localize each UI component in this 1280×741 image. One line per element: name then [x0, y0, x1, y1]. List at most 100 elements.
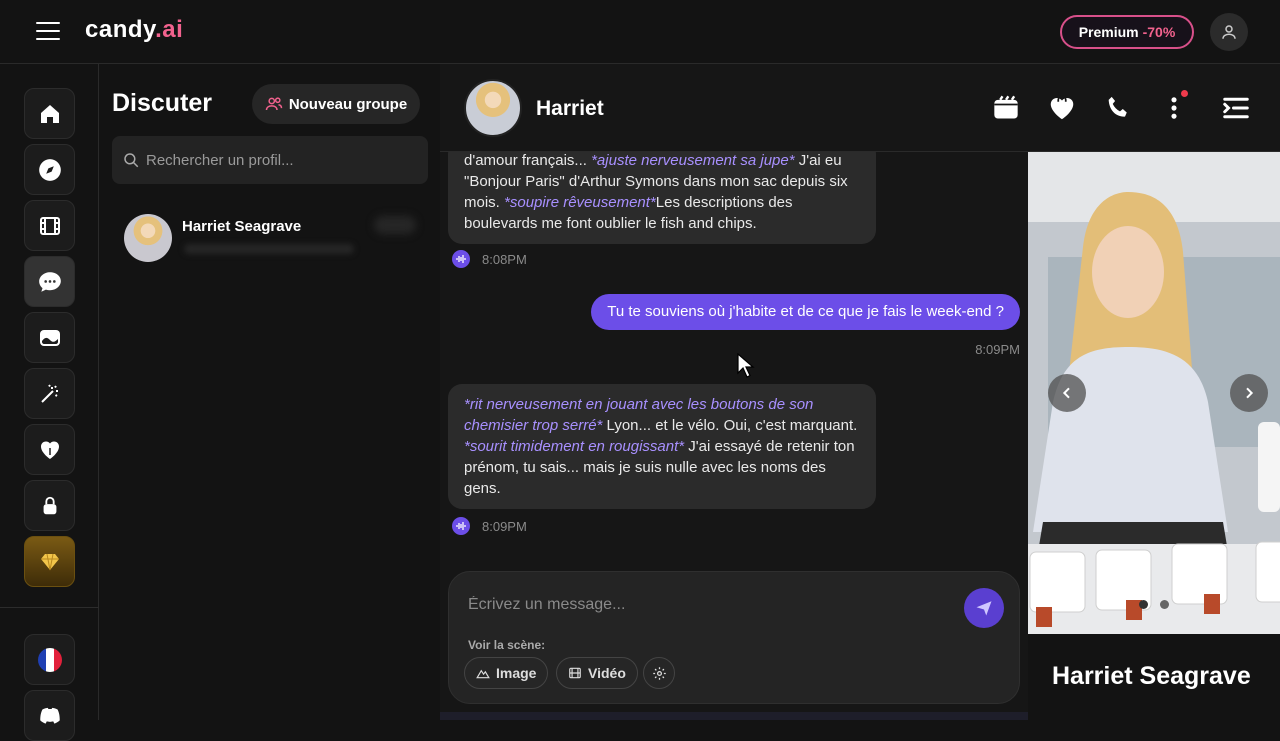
discord-icon — [39, 707, 60, 724]
my-ai-button[interactable] — [24, 424, 75, 475]
panel-title: Discuter — [112, 89, 213, 117]
toggle-profile-button[interactable] — [1220, 92, 1252, 124]
mountain-icon — [476, 669, 490, 679]
profile-name: Harriet Seagrave — [1052, 662, 1251, 690]
contact-item[interactable]: Harriet Seagrave — [112, 210, 428, 266]
premium-rail-button[interactable] — [24, 536, 75, 587]
call-button[interactable] — [1102, 92, 1134, 124]
mouse-cursor-icon — [737, 353, 755, 378]
carousel-dot[interactable] — [1160, 600, 1169, 609]
user-icon — [1222, 25, 1236, 39]
scene-label: Voir la scène: — [468, 638, 546, 652]
chat-title: Harriet — [536, 97, 604, 120]
film-icon — [39, 216, 60, 235]
voice-play-button[interactable] — [452, 250, 470, 268]
explore-button[interactable] — [24, 144, 75, 195]
new-group-button[interactable]: Nouveau groupe — [252, 84, 420, 124]
message-input[interactable] — [468, 596, 948, 614]
bottom-strip — [440, 712, 1028, 720]
app-logo[interactable]: candy.ai — [85, 16, 183, 44]
message-bubble-sent: Tu te souviens où j'habite et de ce que … — [591, 294, 1020, 330]
scene-video-chip[interactable]: Vidéo — [556, 657, 638, 689]
chat-header: Harriet — [440, 64, 1280, 152]
nav-rail — [0, 64, 99, 741]
chevron-right-icon — [1246, 387, 1254, 399]
contact-preview-blurred — [184, 244, 354, 254]
more-vertical-icon — [1171, 97, 1177, 119]
new-group-label: Nouveau groupe — [288, 95, 408, 113]
chat-button[interactable] — [24, 256, 75, 307]
message-action-text: *soupire rêveusement* — [504, 194, 656, 211]
scene-settings-chip[interactable] — [643, 657, 675, 689]
premium-discount: -70% — [1142, 24, 1176, 40]
next-photo-button[interactable] — [1230, 374, 1268, 412]
more-options-button[interactable] — [1158, 90, 1190, 124]
message-text: Lyon... et le vélo. Oui, c'est marquant. — [602, 417, 858, 434]
chat-bubble-icon — [38, 271, 61, 292]
carousel-indicators — [1139, 600, 1181, 609]
premium-label: Premium — [1078, 24, 1139, 40]
logo-suffix: .ai — [155, 16, 184, 43]
chat-avatar[interactable] — [464, 79, 522, 137]
contact-time-blurred — [374, 216, 416, 234]
videos-button[interactable] — [24, 200, 75, 251]
home-button[interactable] — [24, 88, 75, 139]
heart-lock-icon — [1050, 95, 1074, 120]
chevron-left-icon — [1062, 387, 1070, 399]
previous-photo-button[interactable] — [1048, 374, 1086, 412]
message-bubble-received: *rit nerveusement en jouant avec les bou… — [448, 384, 876, 509]
notification-dot — [1181, 90, 1188, 97]
profile-search[interactable] — [112, 136, 428, 184]
magic-wand-icon — [40, 383, 58, 403]
message-time: 8:09PM — [975, 342, 1020, 357]
user-account-button[interactable] — [1210, 13, 1248, 51]
gallery-button[interactable] — [24, 312, 75, 363]
chip-image-label: Image — [496, 665, 537, 681]
image-icon — [39, 329, 60, 346]
search-icon — [124, 153, 139, 168]
message-meta: 8:09PM — [452, 517, 527, 535]
message-composer: Voir la scène: Image Vidéo — [448, 571, 1020, 704]
message-time: 8:08PM — [482, 251, 527, 267]
scene-image-chip[interactable]: Image — [464, 657, 549, 689]
message-meta: 8:08PM — [452, 250, 527, 268]
contact-avatar — [124, 214, 172, 262]
send-icon — [976, 601, 992, 616]
voice-play-button[interactable] — [452, 517, 470, 535]
discord-button[interactable] — [24, 690, 75, 741]
french-flag-icon — [37, 647, 62, 672]
private-button[interactable] — [24, 480, 75, 531]
language-button[interactable] — [24, 634, 75, 685]
audio-wave-icon — [456, 522, 466, 530]
chat-panel: Harriet d'amour français... *ajuste nerv… — [440, 64, 1280, 720]
diamond-icon — [40, 553, 59, 570]
audio-wave-icon — [456, 255, 466, 263]
message-action-text: *sourit timidement en rougissant* — [464, 438, 685, 455]
carousel-dot[interactable] — [1139, 600, 1148, 609]
calendar-icon — [994, 95, 1018, 119]
send-button[interactable] — [964, 588, 1004, 628]
collapse-panel-icon — [1223, 97, 1249, 119]
film-icon — [569, 667, 581, 679]
logo-text: candy — [85, 16, 156, 43]
lock-icon — [43, 496, 56, 514]
message-bubble-received: d'amour français... *ajuste nerveusement… — [448, 152, 876, 244]
heart-shield-icon — [40, 441, 59, 459]
calendar-button[interactable] — [990, 92, 1022, 124]
rail-divider — [0, 607, 99, 608]
home-icon — [40, 104, 59, 123]
phone-icon — [1108, 96, 1127, 117]
menu-icon[interactable] — [36, 22, 60, 40]
premium-button[interactable]: Premium -70% — [1060, 15, 1194, 49]
top-bar: candy.ai Premium -70% — [0, 0, 1280, 64]
profile-panel: Harriet Seagrave — [1028, 152, 1280, 720]
compass-icon — [38, 158, 61, 181]
search-input[interactable] — [146, 151, 406, 169]
gift-heart-button[interactable] — [1046, 92, 1078, 124]
message-action-text: *ajuste nerveusement sa jupe* — [591, 152, 795, 169]
message-list: d'amour français... *ajuste nerveusement… — [440, 152, 1028, 552]
chip-video-label: Vidéo — [588, 665, 626, 681]
generate-button[interactable] — [24, 368, 75, 419]
gear-icon — [652, 666, 666, 680]
contact-name: Harriet Seagrave — [182, 218, 302, 235]
